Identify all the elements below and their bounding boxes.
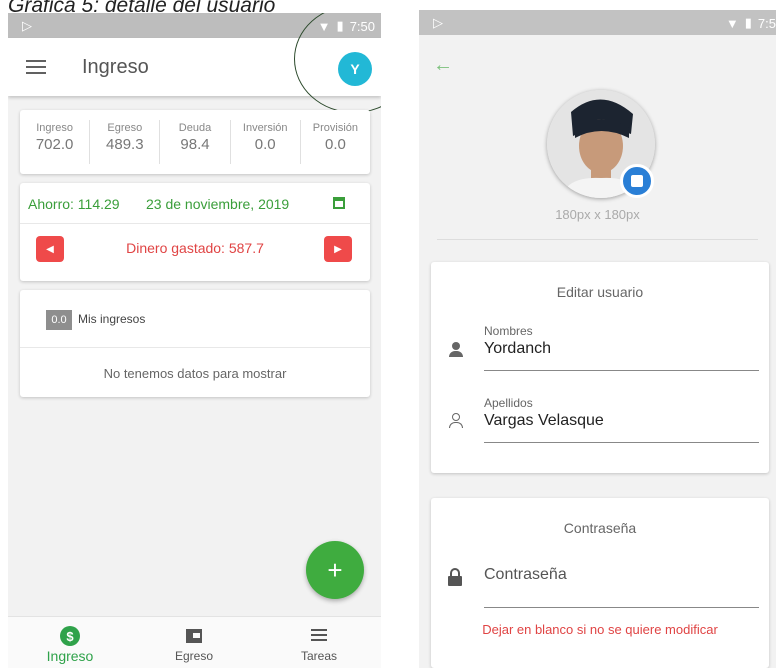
change-photo-button[interactable]: [620, 164, 654, 198]
menu-icon[interactable]: [26, 60, 46, 78]
highlight-circle: [294, 13, 381, 113]
nav-ingreso[interactable]: $ Ingreso: [20, 617, 120, 668]
page-title: Ingreso: [82, 56, 149, 78]
nav-egreso[interactable]: Egreso: [144, 617, 244, 668]
stat-ingreso: Ingreso 702.0: [20, 120, 91, 164]
empty-state-text: No tenemos datos para mostrar: [103, 366, 287, 381]
income-list-card: 0.0 Mis ingresos No tenemos datos para m…: [20, 290, 370, 397]
edit-user-screen: ▷ ▼ ▮ 7:5 ← 180px x 180px Editar usuario: [419, 10, 776, 668]
password-hint: Dejar en blanco si no se quiere modifica…: [482, 622, 718, 637]
divider: [437, 239, 758, 240]
status-bar: ▷ ▼ ▮ 7:5: [419, 10, 776, 35]
nav-tareas[interactable]: Tareas: [269, 617, 369, 668]
stat-provision: Provisión 0.0: [312, 122, 359, 153]
wallet-icon: [186, 629, 202, 643]
person-outline-icon: [448, 413, 464, 429]
play-store-icon: ▷: [433, 15, 443, 30]
last-name-field[interactable]: Apellidos Vargas Velasque: [484, 396, 759, 443]
stat-deuda: Deuda 98.4: [160, 120, 231, 164]
person-icon: [448, 342, 464, 358]
income-list-title: Mis ingresos: [78, 312, 146, 326]
wifi-icon: ▼: [725, 15, 739, 31]
password-card: Contraseña Contraseña Dejar en blanco si…: [431, 498, 769, 668]
screenshot-stage: Gráfica 5: detalle del usuario ▷ ▼ ▮ 7:5…: [0, 0, 776, 668]
image-icon: [631, 175, 643, 187]
stat-inversion: Inversión 0.0: [231, 120, 301, 164]
savings-card: Ahorro: 114.29 23 de noviembre, 2019 ◀ D…: [20, 183, 370, 281]
list-icon: [311, 628, 327, 644]
dollar-icon: $: [60, 626, 80, 646]
password-title: Contraseña: [563, 520, 637, 536]
divider: [20, 347, 370, 348]
status-time: 7:5: [757, 15, 776, 31]
first-name-field[interactable]: Nombres Yordanch: [484, 324, 759, 371]
bottom-navigation: $ Ingreso Egreso Tareas: [8, 616, 381, 668]
edit-user-card: Editar usuario Nombres Yordanch Apellido…: [431, 262, 769, 473]
back-arrow-icon[interactable]: ←: [433, 54, 453, 77]
battery-icon: ▮: [744, 15, 752, 30]
add-income-button[interactable]: +: [306, 541, 364, 599]
savings-amount: Ahorro: 114.29: [28, 196, 120, 212]
play-store-icon: ▷: [22, 18, 32, 33]
photo-size-hint: 180px x 180px: [555, 207, 640, 222]
income-total-badge: 0.0: [46, 310, 72, 330]
money-spent: Dinero gastado: 587.7: [126, 240, 264, 256]
lock-icon: [448, 568, 462, 586]
password-field[interactable]: Contraseña: [484, 566, 759, 608]
calendar-icon[interactable]: [333, 197, 345, 209]
divider: [20, 223, 370, 224]
summary-card: Ingreso 702.0 Egreso 489.3 Deuda 98.4 In…: [20, 110, 370, 174]
stat-egreso: Egreso 489.3: [90, 120, 161, 164]
next-period-button[interactable]: ▶: [324, 236, 352, 262]
selected-date: 23 de noviembre, 2019: [146, 196, 290, 212]
edit-user-title: Editar usuario: [556, 284, 644, 300]
income-screen: ▷ ▼ ▮ 7:50 Ingreso Y Ingreso 702.0 Egres…: [8, 13, 381, 668]
